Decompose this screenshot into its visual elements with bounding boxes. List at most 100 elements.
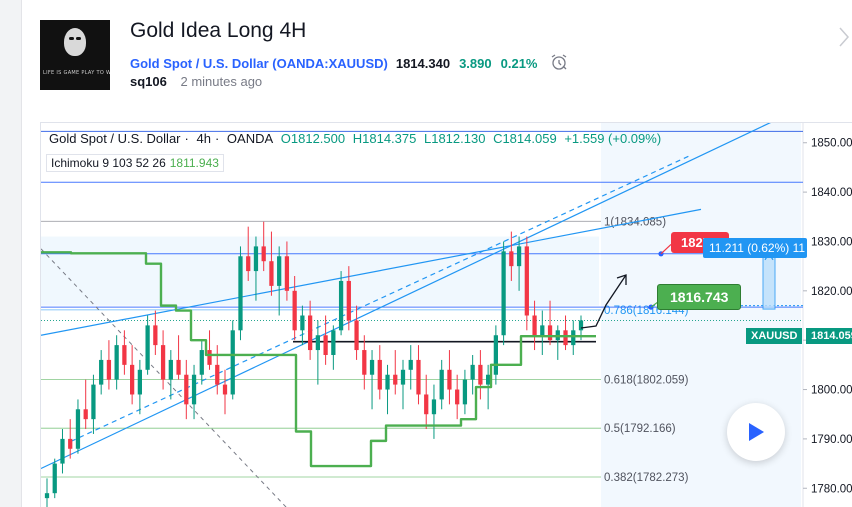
candle-body xyxy=(91,384,96,420)
candle-body xyxy=(230,330,235,395)
candle-body xyxy=(447,369,452,390)
candle-body xyxy=(184,374,189,405)
candle-body xyxy=(238,256,243,331)
play-button[interactable] xyxy=(727,403,785,461)
candle-body xyxy=(308,315,313,351)
candle-body xyxy=(269,261,274,286)
last-price-tag: 1814.059 xyxy=(806,328,852,344)
chart-legend: Gold Spot / U.S. Dollar · 4h · OANDA O1812… xyxy=(49,131,665,146)
candle-body xyxy=(486,374,491,385)
symbol-link[interactable]: Gold Spot / U.S. Dollar (OANDA:XAUUSD) xyxy=(130,56,388,71)
candle-body xyxy=(145,325,150,370)
candle-body xyxy=(83,409,88,420)
candle-body xyxy=(75,409,81,449)
ichimoku-value: 1811.943 xyxy=(169,156,219,170)
candle-body xyxy=(60,438,65,464)
candle-body xyxy=(253,246,259,272)
candle-body xyxy=(331,330,336,355)
candle-body xyxy=(323,335,328,355)
candle-body xyxy=(532,315,537,336)
candle-body xyxy=(571,330,576,346)
candle-body xyxy=(462,379,468,405)
candle-body xyxy=(284,256,290,291)
candle-body xyxy=(338,280,344,331)
mask-icon xyxy=(64,28,86,56)
candle-body xyxy=(207,350,212,365)
candle-body xyxy=(362,350,367,375)
ichimoku-legend[interactable]: Ichimoku 9 103 52 26 1811.943 xyxy=(46,154,224,172)
legend-open: O1812.500 xyxy=(280,131,346,146)
y-tick-label: 1780.00 xyxy=(811,483,852,495)
candle-body xyxy=(68,438,73,449)
candle-body xyxy=(400,369,406,385)
legend-interval: 4h xyxy=(196,131,211,146)
price-axis-bg xyxy=(803,123,852,507)
candle-body xyxy=(408,359,413,370)
candle-body xyxy=(578,320,584,331)
symbol-price: 1814.340 xyxy=(395,56,451,71)
candle-body xyxy=(547,325,553,341)
range-bar xyxy=(762,253,776,310)
published-time: 2 minutes ago xyxy=(180,74,263,89)
price-range-label: 11.211 (0.62%) 11 xyxy=(703,238,807,258)
candle-body xyxy=(501,251,506,336)
y-tick-label: 1850.00 xyxy=(811,138,852,150)
candle-body xyxy=(153,325,158,346)
legend-symbol-name: Gold Spot / U.S. Dollar xyxy=(49,131,181,146)
legend-sep: · xyxy=(214,131,220,146)
candle-body xyxy=(44,493,50,499)
chevron-right-icon[interactable] xyxy=(838,26,850,48)
candle-body xyxy=(52,463,57,494)
candle-body xyxy=(130,364,135,395)
candle-body xyxy=(292,290,297,331)
candle-body xyxy=(168,359,173,380)
candle-body xyxy=(393,374,398,385)
candle-body xyxy=(114,345,119,380)
alarm-clock-icon[interactable] xyxy=(550,53,568,71)
fib-level-label: 0.382(1782.273) xyxy=(604,472,689,484)
chart-area[interactable]: 1(1834.085)0.786(1816.144)0.618(1802.059… xyxy=(40,122,852,507)
candle-body xyxy=(215,364,220,385)
candle-body xyxy=(509,251,514,267)
legend-source: OANDA xyxy=(226,131,274,146)
candle-body xyxy=(246,256,251,272)
fib-level-label: 0.618(1802.059) xyxy=(604,374,689,386)
candle-body xyxy=(470,364,475,380)
candle-body xyxy=(455,389,460,405)
y-tick-label: 1800.00 xyxy=(811,385,852,397)
left-sidebar-strip xyxy=(0,0,22,507)
entry-price-label: 1816.743 xyxy=(657,284,742,310)
avatar[interactable]: LIFE IS GAME PLAY TO WIN xyxy=(40,20,110,90)
symbol-price-tag: XAUUSD xyxy=(746,328,803,344)
candle-body xyxy=(563,330,568,346)
candle-body xyxy=(300,315,305,331)
candle-body xyxy=(416,359,421,395)
symbol-row: Gold Spot / U.S. Dollar (OANDA:XAUUSD) 1… xyxy=(130,50,568,71)
idea-title[interactable]: Gold Idea Long 4H xyxy=(130,19,306,43)
candle-body xyxy=(106,359,112,380)
candle-body xyxy=(540,325,545,336)
candle-body xyxy=(369,359,375,375)
chart-canvas[interactable]: 1(1834.085)0.786(1816.144)0.618(1802.059… xyxy=(41,123,852,507)
highlight-zone xyxy=(41,236,599,306)
candle-body xyxy=(261,246,266,262)
candle-body xyxy=(160,345,166,380)
symbol-change-pct: 0.21% xyxy=(500,56,538,71)
candle-body xyxy=(222,384,228,395)
candle-body xyxy=(354,320,359,351)
candle-body xyxy=(176,359,181,375)
legend-high: H1814.375 xyxy=(352,131,417,146)
candle-body xyxy=(385,374,390,390)
author-link[interactable]: sq106 xyxy=(130,74,167,89)
candle-body xyxy=(277,256,282,286)
candle-body xyxy=(377,359,382,390)
candle-body xyxy=(199,350,204,375)
candle-body xyxy=(122,345,127,365)
play-icon xyxy=(749,423,764,441)
candle-body xyxy=(346,280,351,321)
candle-body xyxy=(191,374,197,405)
y-tick-label: 1790.00 xyxy=(811,434,852,446)
y-tick-label: 1830.00 xyxy=(811,236,852,248)
candle-body xyxy=(315,335,320,351)
legend-low: L1812.130 xyxy=(423,131,486,146)
